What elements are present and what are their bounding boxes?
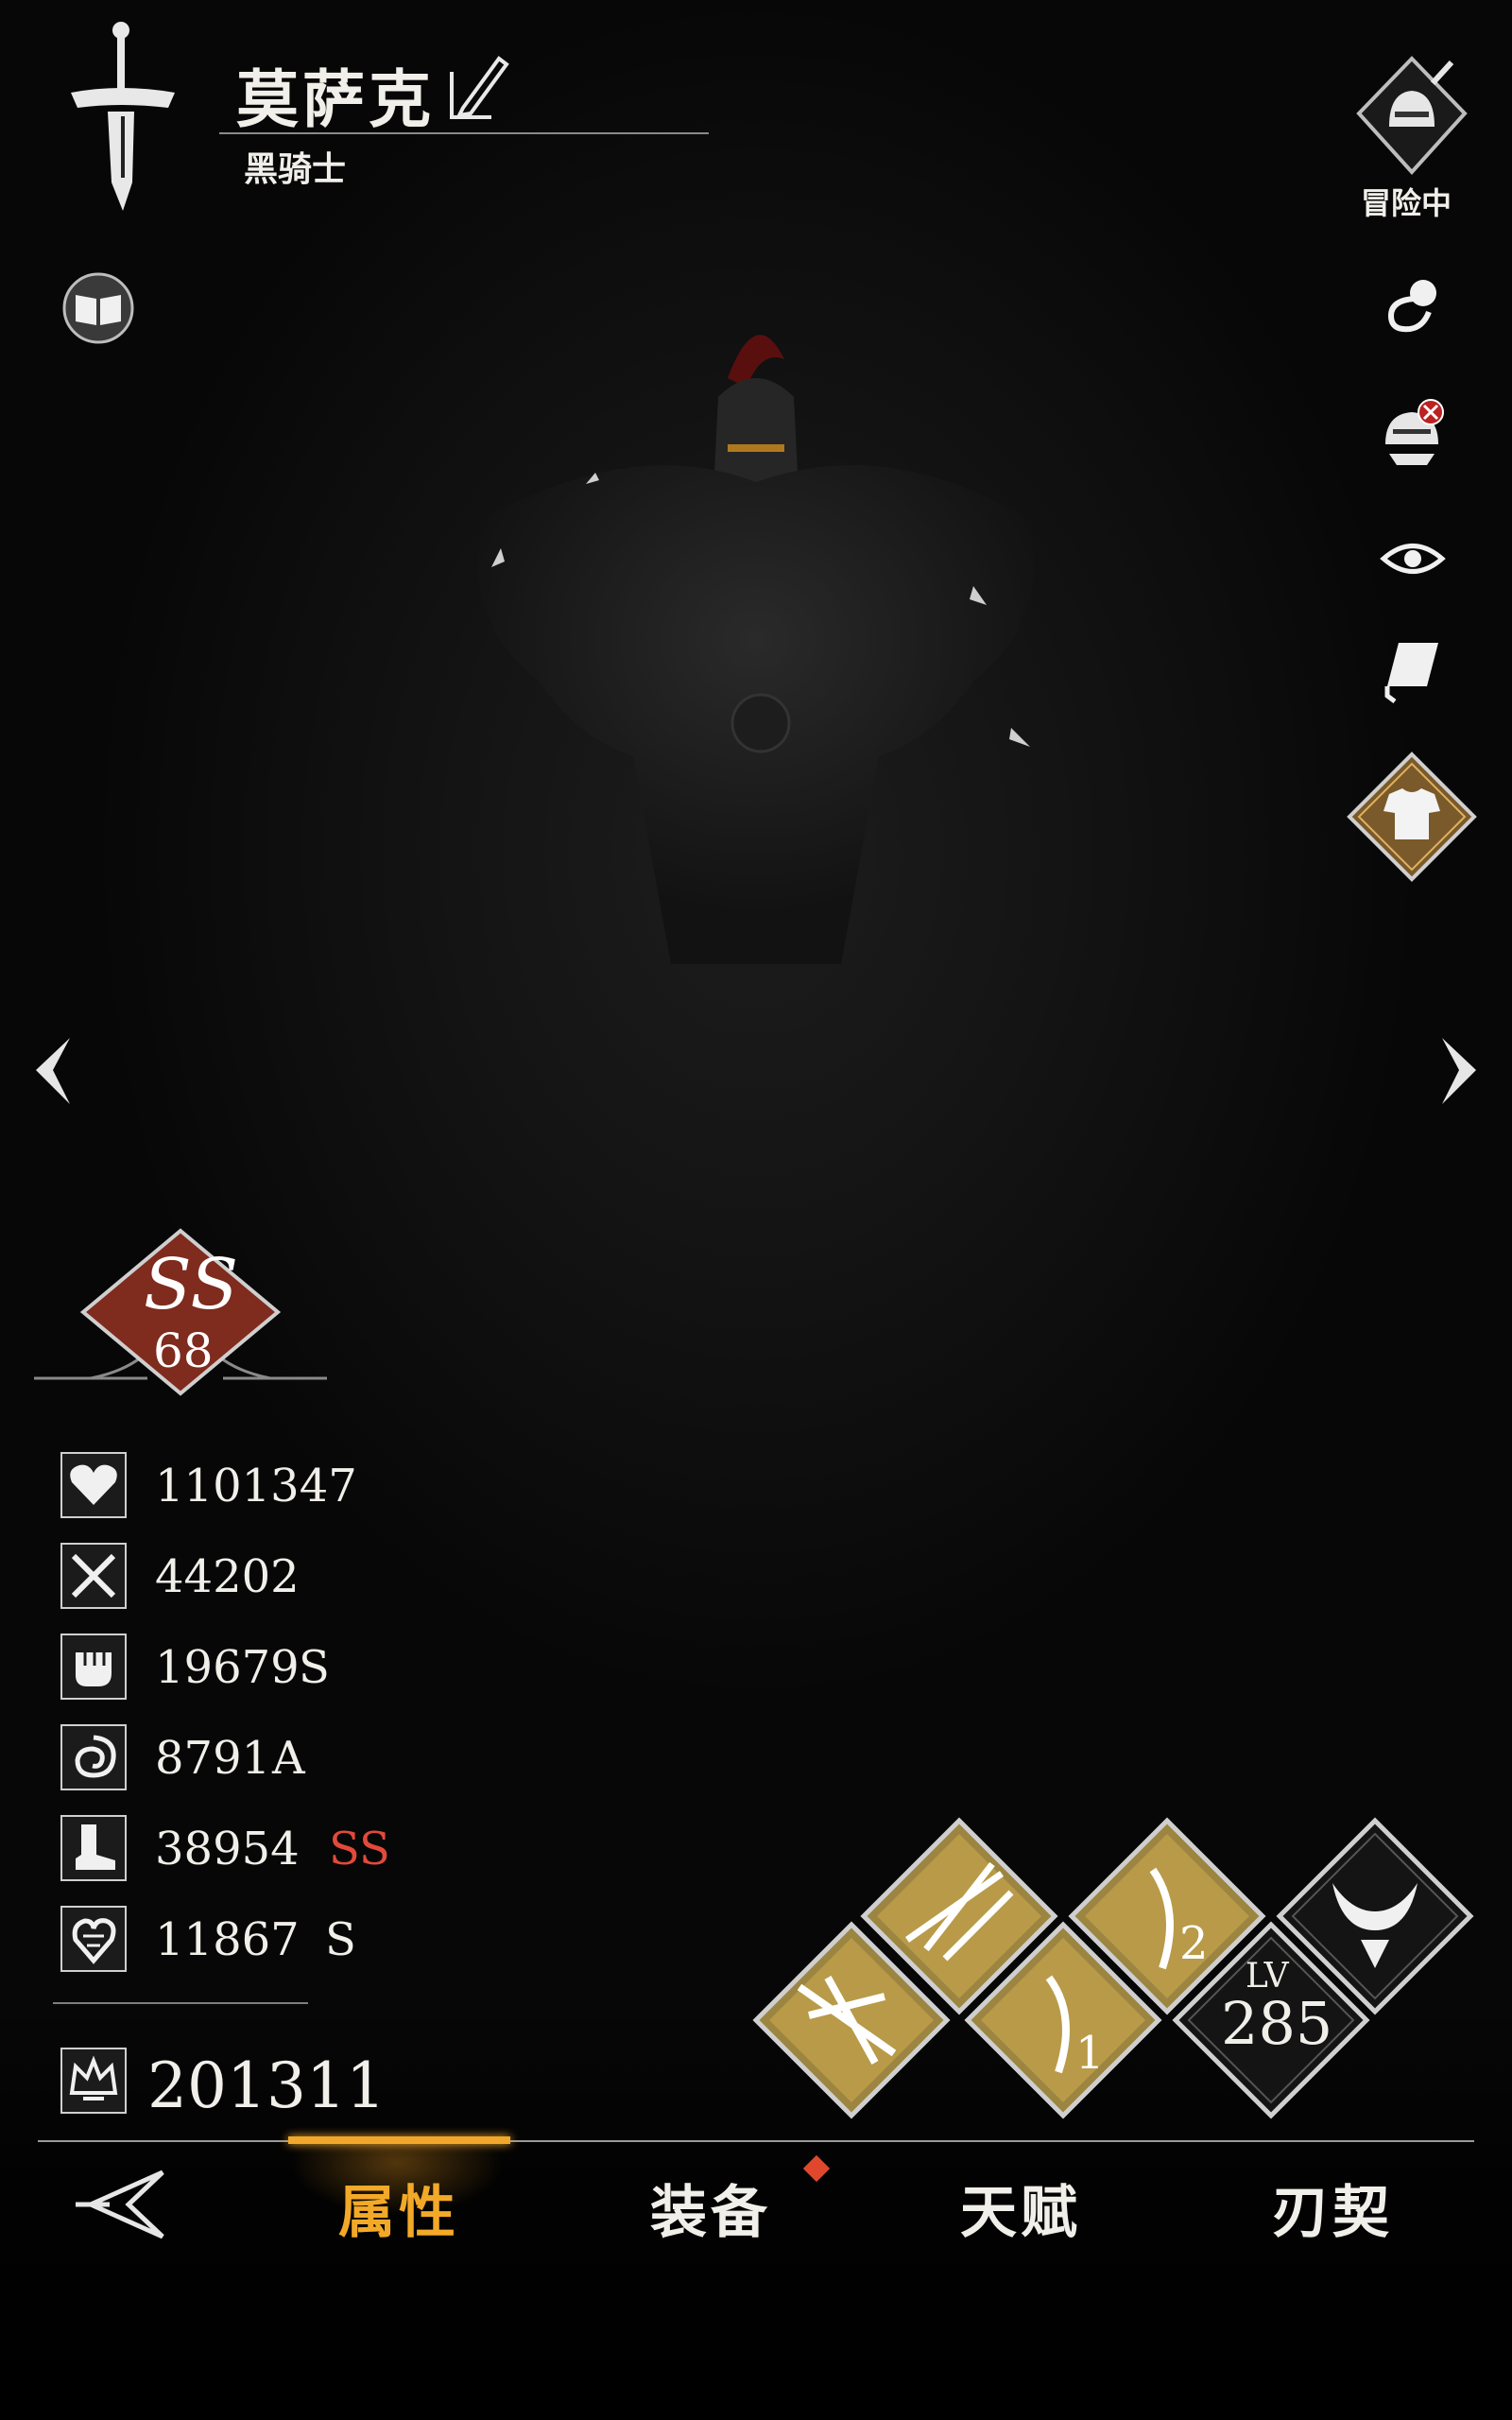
attack-value: 44202 xyxy=(155,1550,300,1603)
vitality-grade: S xyxy=(325,1913,356,1966)
crown-icon xyxy=(60,2048,127,2114)
tab-blade-pact[interactable]: 刃契 xyxy=(1272,2167,1393,2249)
book-icon[interactable] xyxy=(1382,639,1444,705)
power-value: 201311 xyxy=(147,2049,386,2122)
adventure-status-label: 冒险中 xyxy=(1361,185,1452,221)
agility-value: 38954 xyxy=(155,1823,300,1876)
horned-skill-icon[interactable] xyxy=(1276,1817,1474,2015)
strength-value: 19679 xyxy=(155,1641,300,1694)
sword-emblem-icon xyxy=(71,22,175,211)
pin-icon[interactable] xyxy=(1380,274,1446,340)
boot-icon xyxy=(60,1815,127,1881)
rank-level: 68 xyxy=(153,1323,214,1378)
skill-one-number: 1 xyxy=(1075,2027,1105,2080)
tabbar-divider xyxy=(38,2140,1474,2142)
level-value: 285 xyxy=(1221,1989,1333,2058)
health-value: 1101347 xyxy=(155,1460,357,1512)
stat-row-agility: 38954 SS xyxy=(60,1815,457,1885)
previous-character-arrow[interactable] xyxy=(26,1032,76,1110)
helmet-hidden-icon[interactable] xyxy=(1376,397,1448,469)
active-tab-indicator xyxy=(288,2136,510,2144)
stat-row-magic: 8791 A xyxy=(60,1724,457,1794)
name-divider xyxy=(219,132,709,134)
tab-attributes[interactable]: 属性 xyxy=(338,2167,459,2249)
heart-icon xyxy=(60,1452,127,1518)
heart-crystal-icon xyxy=(60,1906,127,1972)
character-class: 黑骑士 xyxy=(244,149,347,189)
magic-grade: A xyxy=(272,1732,305,1785)
magic-value: 8791 xyxy=(155,1732,271,1785)
crossed-swords-icon xyxy=(60,1543,127,1609)
character-name: 莫萨克 xyxy=(236,62,435,136)
back-button-icon[interactable] xyxy=(72,2165,170,2244)
stat-row-vitality: 11867 S xyxy=(60,1906,457,1976)
tab-talent[interactable]: 天赋 xyxy=(960,2167,1081,2249)
tab-equipment[interactable]: 装备 xyxy=(650,2167,771,2249)
character-model[interactable] xyxy=(444,302,1068,983)
adventure-status-icon[interactable] xyxy=(1353,55,1470,178)
outfit-button-icon[interactable] xyxy=(1346,751,1478,883)
next-character-arrow[interactable] xyxy=(1436,1032,1486,1110)
agility-grade: SS xyxy=(329,1823,390,1876)
vitality-value: 11867 xyxy=(155,1913,300,1966)
stats-divider xyxy=(53,2002,308,2004)
eye-icon[interactable] xyxy=(1380,535,1446,582)
codex-book-button[interactable] xyxy=(60,270,136,346)
vortex-icon xyxy=(60,1724,127,1790)
rank-grade: SS xyxy=(144,1244,239,1325)
edit-name-icon[interactable] xyxy=(444,51,510,121)
stat-row-attack: 44202 xyxy=(60,1543,457,1613)
fist-icon xyxy=(60,1634,127,1700)
stat-row-health: 1101347 xyxy=(60,1452,457,1522)
stat-row-strength: 19679 S xyxy=(60,1634,457,1703)
strength-grade: S xyxy=(299,1641,330,1694)
